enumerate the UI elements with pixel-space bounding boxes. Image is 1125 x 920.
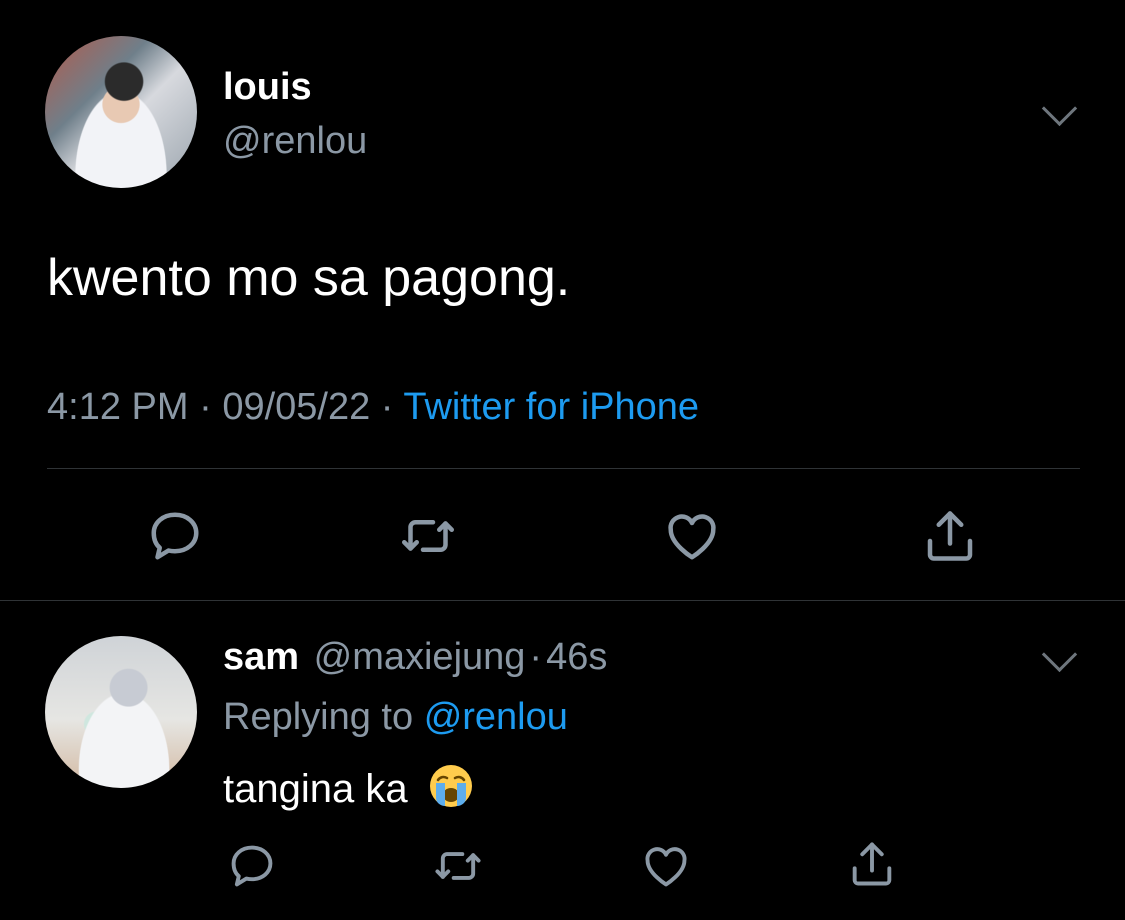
- author-handle[interactable]: @renlou: [223, 120, 367, 163]
- chevron-down-icon[interactable]: [1041, 90, 1078, 127]
- chevron-down-icon[interactable]: [1041, 636, 1078, 673]
- replying-to-label: Replying to: [223, 696, 414, 738]
- meta-separator: ·: [199, 386, 212, 428]
- tweet-metadata: 4:12 PM · 09/05/22 · Twitter for iPhone: [47, 386, 699, 429]
- divider: [47, 468, 1080, 469]
- loudly-crying-face-icon: [427, 762, 475, 810]
- replying-to-mention[interactable]: @renlou: [424, 696, 568, 738]
- meta-separator: ·: [380, 386, 394, 428]
- reply-author-handle[interactable]: @maxiejung: [314, 636, 526, 678]
- divider: [0, 600, 1125, 601]
- reply-header: sam @maxiejung · 46s: [223, 636, 607, 679]
- avatar[interactable]: [45, 36, 197, 188]
- retweet-icon[interactable]: [432, 840, 484, 892]
- tweet-source-link[interactable]: Twitter for iPhone: [403, 386, 699, 428]
- share-icon[interactable]: [920, 506, 980, 566]
- reply-icon[interactable]: [145, 506, 205, 566]
- reply-text: tangina ka: [223, 767, 408, 811]
- tweet-text: kwento mo sa pagong.: [47, 249, 571, 307]
- reply-author-display-name[interactable]: sam: [223, 636, 299, 678]
- author-display-name[interactable]: louis: [223, 66, 312, 109]
- heart-icon[interactable]: [640, 840, 692, 892]
- reply-text-container: tangina ka: [223, 762, 475, 812]
- tweet-time: 4:12 PM: [47, 386, 189, 428]
- meta-separator: ·: [529, 636, 543, 678]
- avatar[interactable]: [45, 636, 197, 788]
- replying-to-line: Replying to @renlou: [223, 696, 568, 739]
- retweet-icon[interactable]: [398, 506, 458, 566]
- reply-icon[interactable]: [226, 840, 278, 892]
- reply-age: 46s: [546, 636, 608, 678]
- share-icon[interactable]: [846, 838, 898, 890]
- tweet-date: 09/05/22: [222, 386, 371, 428]
- heart-icon[interactable]: [662, 506, 722, 566]
